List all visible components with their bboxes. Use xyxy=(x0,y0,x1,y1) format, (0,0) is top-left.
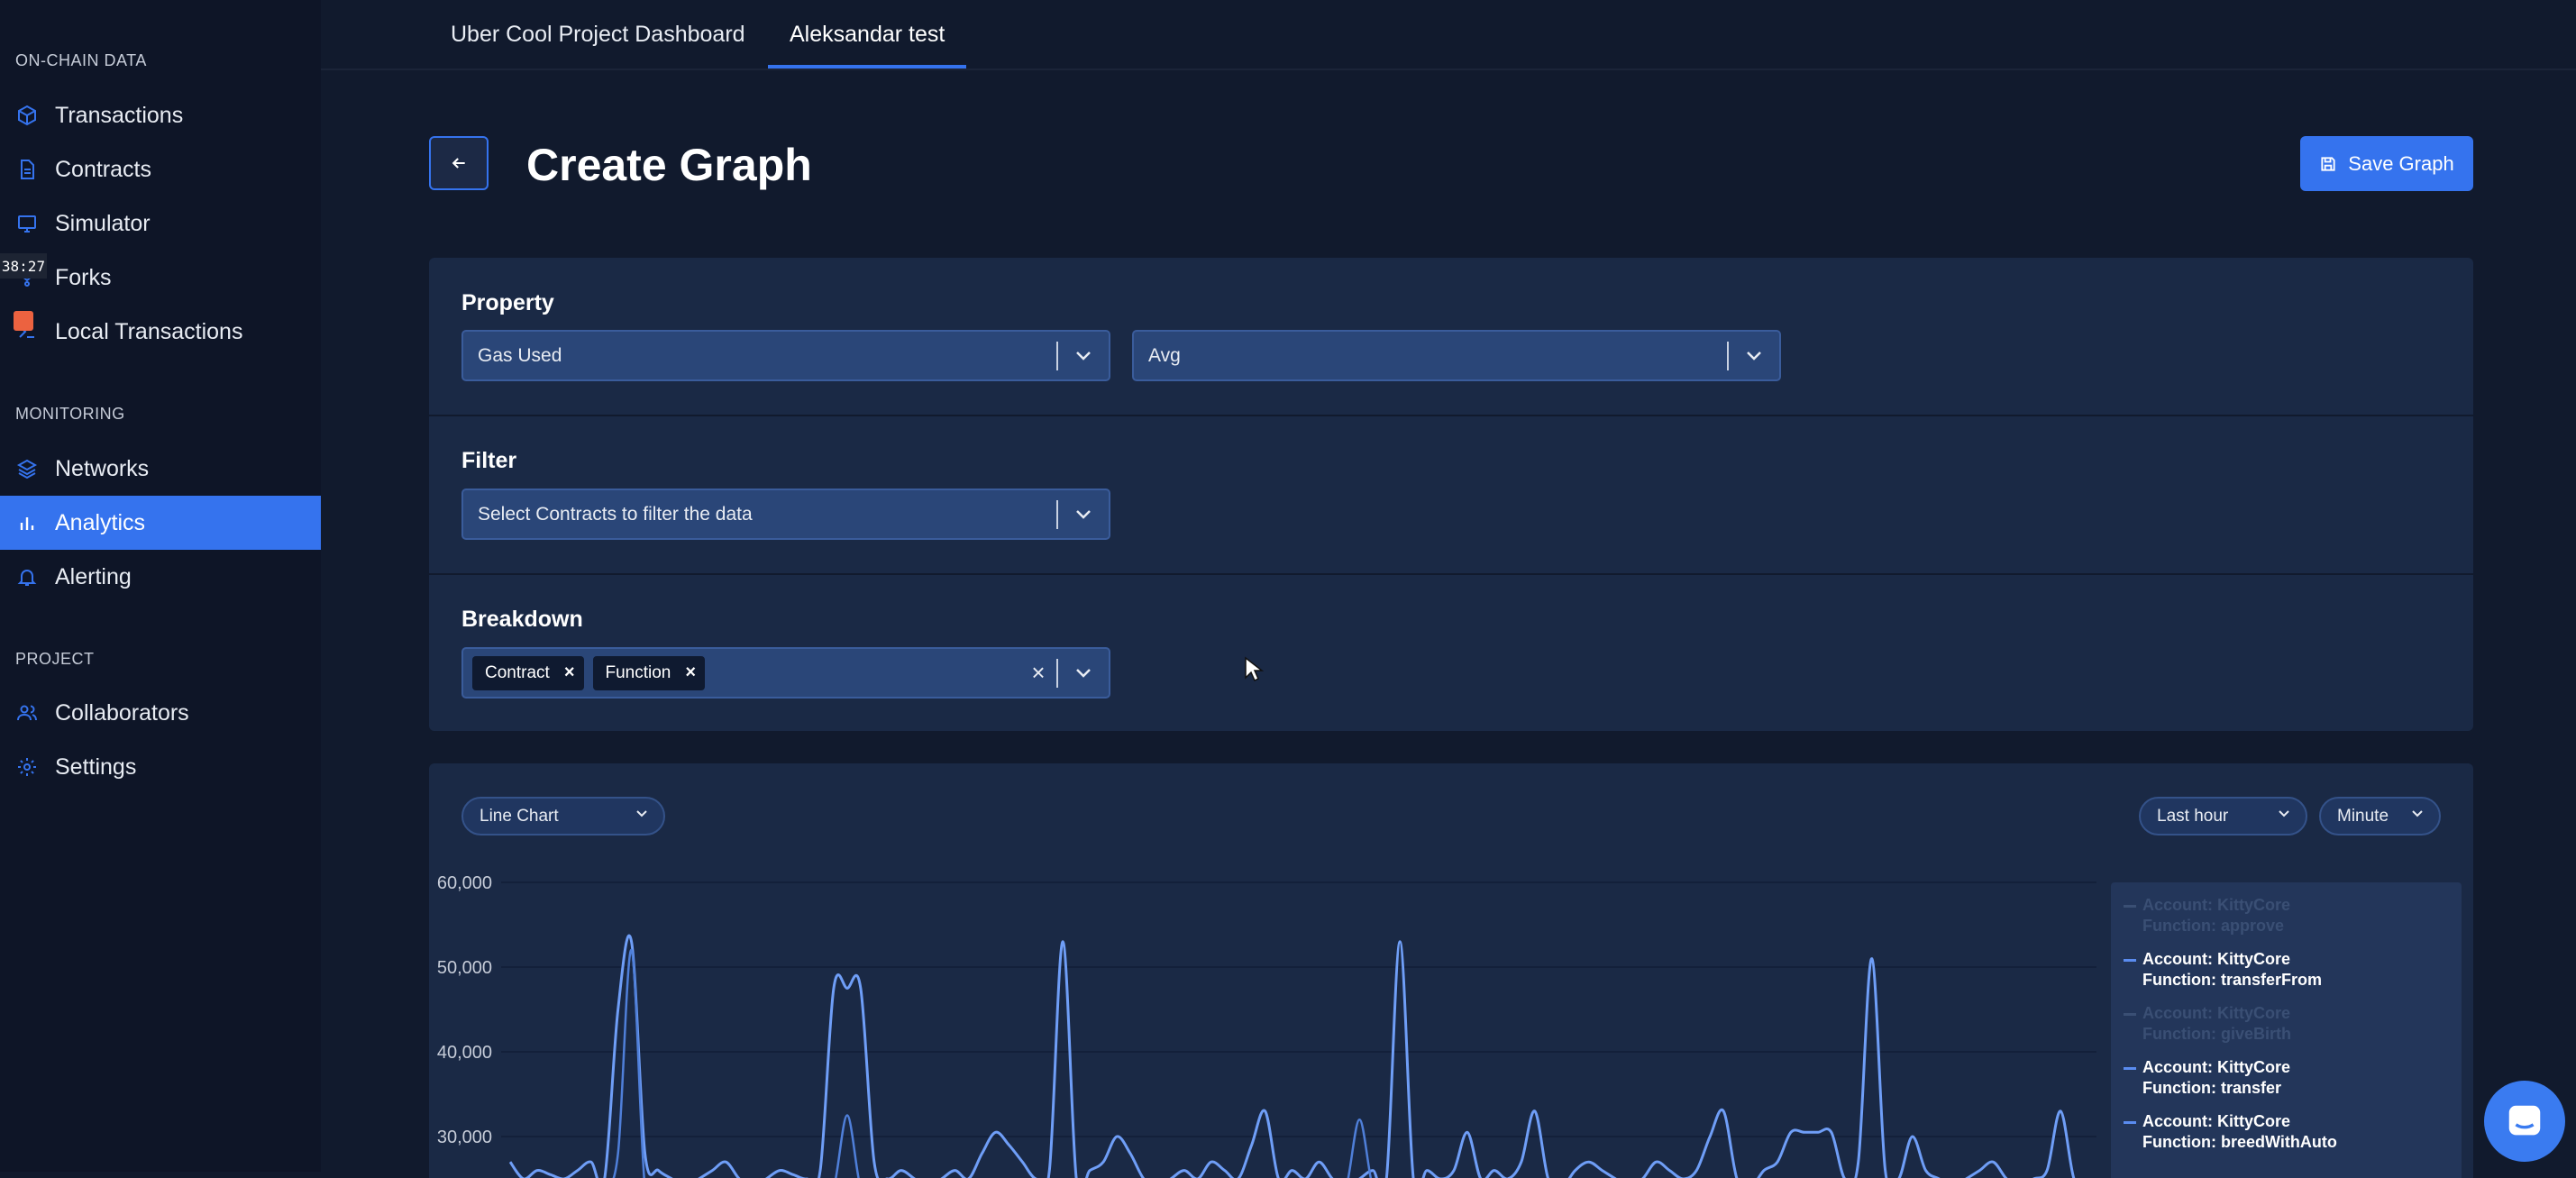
clear-icon[interactable]: × xyxy=(1020,659,1056,687)
sidebar-item-simulator[interactable]: Simulator xyxy=(0,196,321,251)
remove-chip-icon[interactable]: × xyxy=(685,662,696,683)
sidebar-item-label: Analytics xyxy=(55,509,146,535)
filter-placeholder: Select Contracts to filter the data xyxy=(478,503,753,525)
filter-contracts-select[interactable]: Select Contracts to filter the data xyxy=(461,489,1110,540)
sidebar-item-contracts[interactable]: Contracts xyxy=(0,142,321,196)
section-title-monitoring: MONITORING xyxy=(15,405,125,423)
chevron-down-icon xyxy=(1058,508,1109,521)
sidebar-item-analytics[interactable]: Analytics xyxy=(0,496,321,550)
sidebar-item-label: Networks xyxy=(55,455,150,481)
chevron-down-icon xyxy=(1729,350,1779,362)
sidebar-item-label: Contracts xyxy=(55,156,151,182)
sidebar-item-transactions[interactable]: Transactions xyxy=(0,88,321,142)
property-aggregation-select[interactable]: Avg xyxy=(1132,330,1781,381)
save-icon xyxy=(2321,156,2335,171)
chevron-down-icon xyxy=(1058,667,1109,680)
save-graph-label: Save Graph xyxy=(2348,151,2454,175)
layers-icon xyxy=(15,457,39,480)
section-title-project: PROJECT xyxy=(15,650,95,668)
tab-aleksandar-test[interactable]: Aleksandar test xyxy=(768,0,967,68)
y-tick-label: 50,000 xyxy=(437,958,492,978)
mouse-cursor-icon xyxy=(1245,656,1264,682)
sidebar-item-label: Settings xyxy=(55,753,137,780)
sidebar-item-label: Transactions xyxy=(55,102,184,128)
cube-icon xyxy=(15,104,39,127)
breakdown-chip-function: Function × xyxy=(592,655,706,690)
filter-label: Filter xyxy=(461,448,517,473)
legend-item[interactable]: Account: KittyCore Function: breedWithAu… xyxy=(2124,1111,2337,1153)
sidebar: ON-CHAIN DATA Transactions Contracts Sim… xyxy=(0,0,321,1172)
chat-launcher-button[interactable] xyxy=(2484,1081,2565,1162)
stop-recording-icon[interactable] xyxy=(0,306,47,335)
sidebar-item-label: Simulator xyxy=(55,210,151,236)
save-graph-button[interactable]: Save Graph xyxy=(2300,136,2473,191)
tab-bar: Uber Cool Project Dashboard Aleksandar t… xyxy=(321,0,2576,70)
arrow-left-icon xyxy=(452,158,465,169)
select-value: Gas Used xyxy=(478,344,562,366)
chart-legend: Account: KittyCore Function: approve Acc… xyxy=(2111,882,2462,1178)
chevron-down-icon xyxy=(1058,350,1109,362)
sidebar-item-collaborators[interactable]: Collaborators xyxy=(0,686,321,740)
legend-item[interactable]: Account: KittyCore Function: transferFro… xyxy=(2124,949,2322,991)
sidebar-item-label: Alerting xyxy=(55,563,132,589)
sidebar-item-label: Local Transactions xyxy=(55,318,243,344)
bar-chart-icon xyxy=(15,511,39,534)
sidebar-item-label: Forks xyxy=(55,264,112,290)
graph-config-panel: Property Gas Used Avg Filter Select Cont… xyxy=(429,258,2473,731)
y-tick-label: 30,000 xyxy=(437,1128,492,1147)
legend-item[interactable]: Account: KittyCore Function: transfer xyxy=(2124,1057,2290,1099)
back-button[interactable] xyxy=(429,136,489,190)
breakdown-chip-contract: Contract × xyxy=(472,655,584,690)
series-line xyxy=(508,934,2076,1178)
sidebar-item-networks[interactable]: Networks xyxy=(0,442,321,496)
users-icon xyxy=(15,701,39,725)
recording-timer: 38:27 xyxy=(0,253,47,279)
property-label: Property xyxy=(461,290,554,315)
bell-icon xyxy=(15,565,39,589)
sidebar-item-label: Collaborators xyxy=(55,699,189,726)
breakdown-select[interactable]: Contract × Function × × xyxy=(461,647,1110,699)
property-metric-select[interactable]: Gas Used xyxy=(461,330,1110,381)
sidebar-item-alerting[interactable]: Alerting xyxy=(0,550,321,604)
document-icon xyxy=(15,158,39,181)
chat-icon xyxy=(2508,1105,2541,1136)
y-tick-label: 60,000 xyxy=(437,873,492,893)
page-title: Create Graph xyxy=(526,140,812,190)
sidebar-item-settings[interactable]: Settings xyxy=(0,740,321,794)
sidebar-item-forks[interactable]: Forks xyxy=(0,251,321,305)
select-value: Avg xyxy=(1148,344,1181,366)
tab-uber-cool-project-dashboard[interactable]: Uber Cool Project Dashboard xyxy=(451,0,745,68)
chart-panel: Line Chart Last hour Minute 60,000 50,000… xyxy=(429,763,2473,1178)
breakdown-label: Breakdown xyxy=(461,607,583,632)
legend-item[interactable]: Account: KittyCore Function: approve xyxy=(2124,895,2290,936)
y-tick-label: 40,000 xyxy=(437,1043,492,1063)
remove-chip-icon[interactable]: × xyxy=(564,662,575,683)
series-line xyxy=(612,948,1372,1178)
gear-icon xyxy=(15,755,39,779)
monitor-icon xyxy=(15,212,39,235)
section-title-onchain: ON-CHAIN DATA xyxy=(15,51,147,69)
legend-item[interactable]: Account: KittyCore Function: giveBirth xyxy=(2124,1003,2291,1045)
sidebar-item-local-transactions[interactable]: Local Transactions xyxy=(0,305,321,359)
